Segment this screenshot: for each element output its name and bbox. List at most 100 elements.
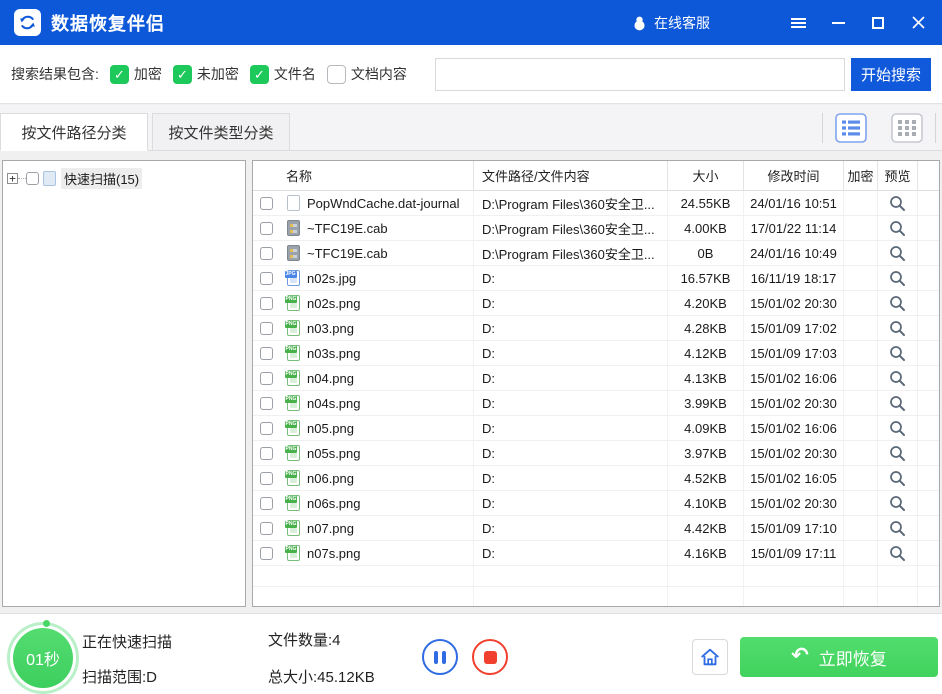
list-view-icon[interactable] bbox=[835, 113, 867, 143]
checkbox-icon[interactable]: ✓ bbox=[250, 65, 269, 84]
table-row[interactable]: n05s.png D: 3.97KB 15/01/02 20:30 bbox=[253, 441, 939, 466]
table-row[interactable]: n02s.jpg D: 16.57KB 16/11/19 18:17 bbox=[253, 266, 939, 291]
table-row[interactable]: n05.png D: 4.09KB 15/01/02 16:06 bbox=[253, 416, 939, 441]
row-checkbox[interactable] bbox=[260, 247, 273, 260]
tree-item-quick-scan[interactable]: + 快速扫描(15) bbox=[7, 168, 241, 189]
search-option-unencrypted[interactable]: ✓ 未加密 bbox=[173, 64, 239, 84]
row-checkbox[interactable] bbox=[260, 547, 273, 560]
menu-icon[interactable] bbox=[788, 13, 808, 33]
table-row[interactable]: n03.png D: 4.28KB 15/01/09 17:02 bbox=[253, 316, 939, 341]
search-option-filename[interactable]: ✓ 文件名 bbox=[250, 64, 316, 84]
table-row[interactable]: n04s.png D: 3.99KB 15/01/02 20:30 bbox=[253, 391, 939, 416]
total-size-text: 总大小:45.12KB bbox=[268, 666, 375, 687]
column-header-encrypted[interactable]: 加密 bbox=[844, 161, 878, 190]
preview-magnifier-icon[interactable] bbox=[889, 195, 906, 212]
row-checkbox[interactable] bbox=[260, 522, 273, 535]
file-name: n06s.png bbox=[307, 491, 474, 515]
file-mtime: 24/01/16 10:49 bbox=[744, 241, 844, 265]
row-checkbox[interactable] bbox=[260, 472, 273, 485]
row-checkbox[interactable] bbox=[260, 422, 273, 435]
preview-magnifier-icon[interactable] bbox=[889, 370, 906, 387]
grid-view-icon[interactable] bbox=[891, 113, 923, 143]
table-row[interactable]: n07s.png D: 4.16KB 15/01/09 17:11 bbox=[253, 541, 939, 566]
file-path: D: bbox=[474, 491, 668, 515]
file-size: 4.20KB bbox=[668, 291, 744, 315]
checkbox-icon[interactable] bbox=[327, 65, 346, 84]
preview-magnifier-icon[interactable] bbox=[889, 420, 906, 437]
table-row[interactable]: n04.png D: 4.13KB 15/01/02 16:06 bbox=[253, 366, 939, 391]
search-option-doc-content[interactable]: 文档内容 bbox=[327, 64, 407, 84]
row-checkbox[interactable] bbox=[260, 297, 273, 310]
table-row[interactable]: n02s.png D: 4.20KB 15/01/02 20:30 bbox=[253, 291, 939, 316]
scrollbar-track[interactable] bbox=[918, 161, 939, 190]
pause-button[interactable] bbox=[422, 639, 458, 675]
file-type-icon bbox=[287, 345, 300, 361]
close-icon[interactable] bbox=[908, 13, 928, 33]
row-checkbox[interactable] bbox=[260, 372, 273, 385]
table-row[interactable]: ~TFC19E.cab D:\Program Files\360安全卫... 0… bbox=[253, 241, 939, 266]
preview-magnifier-icon[interactable] bbox=[889, 220, 906, 237]
row-checkbox[interactable] bbox=[260, 347, 273, 360]
row-checkbox[interactable] bbox=[260, 322, 273, 335]
preview-magnifier-icon[interactable] bbox=[889, 395, 906, 412]
stop-button[interactable] bbox=[472, 639, 508, 675]
file-path: D: bbox=[474, 341, 668, 365]
file-name: n07s.png bbox=[307, 541, 474, 565]
preview-magnifier-icon[interactable] bbox=[889, 470, 906, 487]
table-row[interactable]: PopWndCache.dat-journal D:\Program Files… bbox=[253, 191, 939, 216]
preview-magnifier-icon[interactable] bbox=[889, 495, 906, 512]
table-row[interactable]: n07.png D: 4.42KB 15/01/09 17:10 bbox=[253, 516, 939, 541]
tab-by-file-type[interactable]: 按文件类型分类 bbox=[152, 113, 290, 151]
recover-now-button[interactable]: ↶ 立即恢复 bbox=[740, 637, 938, 677]
file-encrypted bbox=[844, 316, 878, 340]
row-checkbox[interactable] bbox=[260, 272, 273, 285]
file-mtime: 15/01/02 16:06 bbox=[744, 416, 844, 440]
row-checkbox[interactable] bbox=[260, 447, 273, 460]
checkbox-icon[interactable]: ✓ bbox=[173, 65, 192, 84]
file-path: D: bbox=[474, 416, 668, 440]
file-mtime: 15/01/02 20:30 bbox=[744, 291, 844, 315]
column-header-size[interactable]: 大小 bbox=[668, 161, 744, 190]
online-service-label: 在线客服 bbox=[654, 13, 710, 33]
column-header-name[interactable]: 名称 bbox=[253, 161, 474, 190]
preview-magnifier-icon[interactable] bbox=[889, 520, 906, 537]
file-mtime: 15/01/02 16:05 bbox=[744, 466, 844, 490]
start-search-button[interactable]: 开始搜索 bbox=[851, 58, 931, 91]
preview-magnifier-icon[interactable] bbox=[889, 320, 906, 337]
preview-magnifier-icon[interactable] bbox=[889, 545, 906, 562]
row-checkbox[interactable] bbox=[260, 197, 273, 210]
file-encrypted bbox=[844, 541, 878, 565]
search-option-encrypted[interactable]: ✓ 加密 bbox=[110, 64, 162, 84]
table-row[interactable]: n06.png D: 4.52KB 15/01/02 16:05 bbox=[253, 466, 939, 491]
search-input[interactable] bbox=[435, 58, 845, 91]
scan-timer-text: 01秒 bbox=[13, 628, 73, 688]
table-row[interactable]: n03s.png D: 4.12KB 15/01/09 17:03 bbox=[253, 341, 939, 366]
preview-magnifier-icon[interactable] bbox=[889, 445, 906, 462]
file-size: 4.00KB bbox=[668, 216, 744, 240]
preview-magnifier-icon[interactable] bbox=[889, 295, 906, 312]
maximize-icon[interactable] bbox=[868, 13, 888, 33]
home-button[interactable] bbox=[692, 639, 728, 675]
preview-magnifier-icon[interactable] bbox=[889, 345, 906, 362]
column-header-preview[interactable]: 预览 bbox=[878, 161, 918, 190]
preview-magnifier-icon[interactable] bbox=[889, 245, 906, 262]
file-path: D: bbox=[474, 541, 668, 565]
file-name: n03s.png bbox=[307, 341, 474, 365]
online-service-button[interactable]: 在线客服 bbox=[632, 13, 710, 33]
column-header-mtime[interactable]: 修改时间 bbox=[744, 161, 844, 190]
titlebar: 数据恢复伴侣 在线客服 bbox=[0, 0, 942, 45]
checkbox-icon[interactable]: ✓ bbox=[110, 65, 129, 84]
tree-expander-icon[interactable]: + bbox=[7, 173, 18, 184]
column-header-path[interactable]: 文件路径/文件内容 bbox=[474, 161, 668, 190]
row-checkbox[interactable] bbox=[260, 397, 273, 410]
file-name: n02s.jpg bbox=[307, 266, 474, 290]
file-name: ~TFC19E.cab bbox=[307, 216, 474, 240]
table-row[interactable]: ~TFC19E.cab D:\Program Files\360安全卫... 4… bbox=[253, 216, 939, 241]
table-row[interactable]: n06s.png D: 4.10KB 15/01/02 20:30 bbox=[253, 491, 939, 516]
tab-by-file-path[interactable]: 按文件路径分类 bbox=[0, 113, 148, 151]
preview-magnifier-icon[interactable] bbox=[889, 270, 906, 287]
minimize-icon[interactable] bbox=[828, 13, 848, 33]
row-checkbox[interactable] bbox=[260, 222, 273, 235]
tree-checkbox[interactable] bbox=[26, 172, 39, 185]
row-checkbox[interactable] bbox=[260, 497, 273, 510]
